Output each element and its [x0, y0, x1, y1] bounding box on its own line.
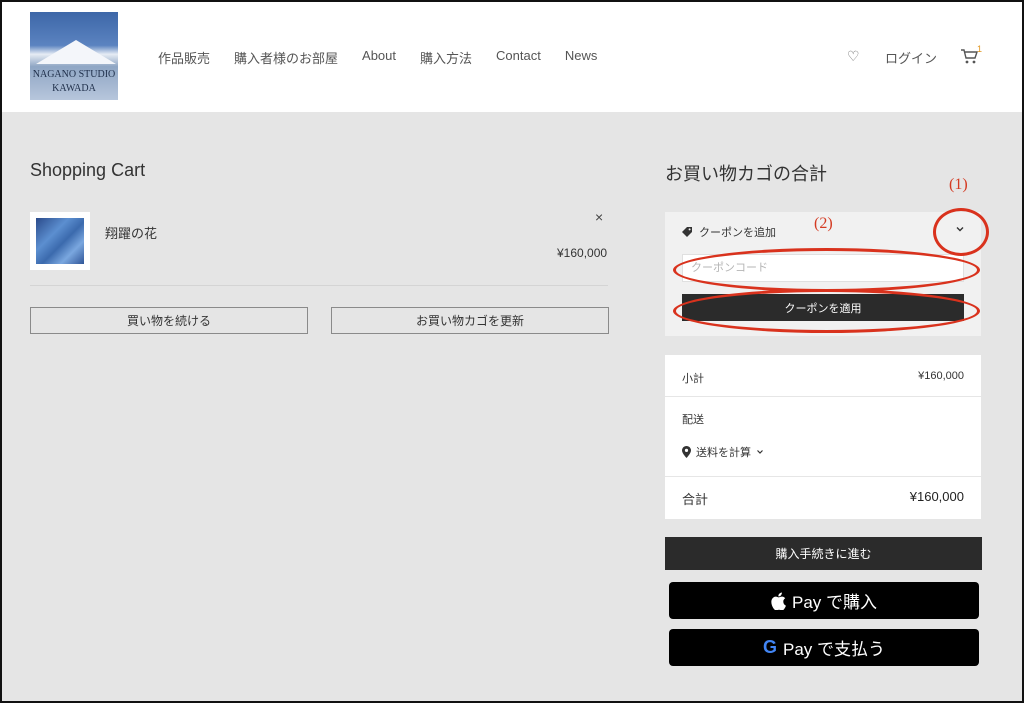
logo-line1: NAGANO STUDIO	[32, 69, 116, 80]
heart-icon[interactable]: ♡	[847, 48, 860, 65]
nav-item-buyers-room[interactable]: 購入者様のお部屋	[234, 48, 338, 67]
cart-totals-title: お買い物カゴの合計	[665, 164, 827, 184]
item-price: ¥160,000	[557, 246, 608, 260]
remove-item-icon[interactable]: ×	[595, 209, 603, 225]
google-pay-button[interactable]: G Pay で支払う	[669, 629, 979, 666]
main-nav: 作品販売 購入者様のお部屋 About 購入方法 Contact News	[158, 48, 597, 67]
subtotal-label: 小計	[682, 373, 704, 385]
artwork-image	[36, 218, 84, 264]
chevron-down-icon	[757, 450, 763, 454]
site-header: NAGANO STUDIO KAWADA 作品販売 購入者様のお部屋 About…	[2, 2, 1022, 112]
tag-icon	[682, 227, 692, 237]
logo-line2: KAWADA	[52, 83, 96, 94]
update-cart-button[interactable]: お買い物カゴを更新	[331, 307, 609, 334]
google-logo-icon: G	[762, 637, 777, 657]
chevron-down-icon[interactable]	[954, 223, 966, 235]
annotation-label-1: (1)	[949, 176, 968, 193]
site-logo[interactable]: NAGANO STUDIO KAWADA	[30, 12, 118, 100]
nav-item-how-to-buy[interactable]: 購入方法	[420, 48, 472, 67]
summary-divider	[665, 476, 981, 477]
annotation-label-2: (2)	[814, 215, 833, 232]
cart-divider	[30, 285, 608, 286]
item-thumbnail[interactable]	[30, 212, 90, 270]
subtotal-value: ¥160,000	[918, 370, 964, 382]
calculate-shipping-link[interactable]: 送料を計算	[682, 444, 764, 460]
nav-item-about[interactable]: About	[362, 48, 396, 67]
coupon-toggle-label: クーポンを追加	[699, 227, 776, 239]
total-label: 合計	[682, 492, 709, 507]
proceed-to-checkout-button[interactable]: 購入手続きに進む	[665, 537, 982, 570]
cart-icon[interactable]	[959, 46, 979, 66]
nav-item-contact[interactable]: Contact	[496, 48, 541, 67]
cart-count-badge: 1	[977, 44, 983, 54]
page-frame: NAGANO STUDIO KAWADA 作品販売 購入者様のお部屋 About…	[0, 0, 1024, 703]
apple-pay-button[interactable]: Pay で購入	[669, 582, 979, 619]
nav-item-news[interactable]: News	[565, 48, 598, 67]
apply-coupon-button[interactable]: クーポンを適用	[682, 294, 964, 321]
total-value: ¥160,000	[909, 489, 964, 504]
continue-shopping-button[interactable]: 買い物を続ける	[30, 307, 308, 334]
login-link[interactable]: ログイン	[885, 48, 937, 67]
google-pay-label: Pay で支払う	[782, 640, 886, 659]
calculate-shipping-label: 送料を計算	[696, 447, 751, 459]
logo-mountain-icon	[36, 40, 116, 64]
location-pin-icon	[682, 446, 691, 458]
nav-item-works[interactable]: 作品販売	[158, 48, 210, 67]
coupon-toggle[interactable]: クーポンを追加	[681, 224, 776, 240]
coupon-code-input[interactable]	[682, 254, 964, 282]
shipping-label: 配送	[682, 414, 704, 426]
order-summary: 小計 ¥160,000 配送 送料を計算 合計 ¥160,000	[665, 355, 981, 519]
cart-title: Shopping Cart	[30, 160, 146, 180]
item-name[interactable]: 翔躍の花	[105, 223, 157, 242]
apple-pay-label: Pay で購入	[791, 593, 878, 612]
summary-divider	[665, 396, 981, 397]
apple-logo-icon	[771, 592, 786, 610]
